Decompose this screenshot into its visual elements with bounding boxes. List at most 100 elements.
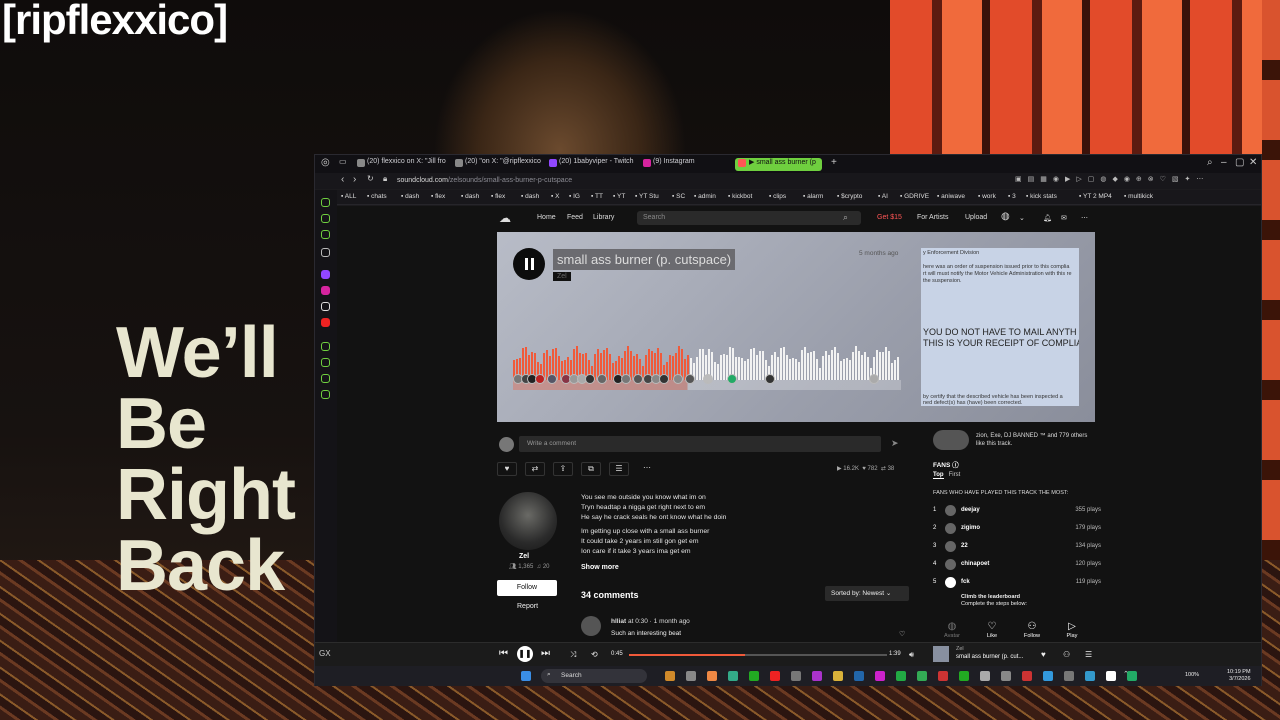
avatar[interactable]	[581, 616, 601, 636]
comment-avatar-marker[interactable]	[585, 374, 595, 384]
nav-library[interactable]: Library	[593, 214, 614, 221]
notifications-icon[interactable]: 🔔︎	[1043, 214, 1052, 222]
sidebar-toggle-icon[interactable]: ▭	[339, 157, 347, 166]
comment-user[interactable]: hlliat	[611, 618, 626, 625]
previous-icon[interactable]: ⏮	[499, 648, 508, 659]
tray-chevron-icon[interactable]: ⌃	[1123, 670, 1133, 680]
tab-instagram[interactable]: (9) Instagram	[641, 158, 695, 171]
taskbar-app-icon[interactable]	[749, 671, 759, 681]
uploader-name[interactable]: Zel	[519, 553, 529, 560]
bookmark-item[interactable]: ▪ $crypto	[837, 193, 862, 200]
maximize-icon[interactable]: ▢	[1235, 157, 1244, 168]
comment-like-icon[interactable]: ♡	[899, 630, 905, 638]
get-pro-link[interactable]: Get $15	[877, 214, 902, 221]
bookmark-item[interactable]: ▪ IG	[569, 193, 580, 200]
bookmark-item[interactable]: ▪ TT	[591, 193, 603, 200]
bookmark-item[interactable]: ▪ X	[551, 193, 559, 200]
sort-dropdown[interactable]: Sorted by: Newest ⌄	[825, 586, 909, 601]
now-playing-artist[interactable]: Zel	[956, 646, 964, 652]
forward-icon[interactable]: ›	[353, 174, 356, 185]
comment-timestamp[interactable]: at 0:30	[628, 618, 648, 625]
taskbar-app-icon[interactable]	[1022, 671, 1032, 681]
bookmark-item[interactable]: ▪ YT	[613, 193, 625, 200]
send-icon[interactable]: ➤	[891, 438, 899, 449]
nav-home[interactable]: Home	[537, 214, 556, 221]
soundcloud-logo-icon[interactable]: ☁	[499, 211, 511, 225]
taskbar-app-icon[interactable]	[1001, 671, 1011, 681]
url-field[interactable]: soundcloud.com/zelsounds/small-ass-burne…	[397, 177, 572, 184]
sidebar-whatsapp-icon[interactable]	[321, 230, 330, 239]
tab-first[interactable]: First	[949, 472, 961, 478]
taskbar-app-icon[interactable]	[812, 671, 822, 681]
bookmark-item[interactable]: ▪ multikick	[1124, 193, 1153, 200]
comment-avatar-marker[interactable]	[547, 374, 557, 384]
chevron-down-icon[interactable]: ⌄	[1019, 214, 1025, 222]
browser-logo-icon[interactable]: ◎	[321, 157, 330, 168]
likers-avatars[interactable]	[933, 430, 969, 450]
bookmark-item[interactable]: ▪ kickbot	[728, 193, 752, 200]
bookmark-item[interactable]: ▪ ALL	[341, 193, 356, 200]
follow-button[interactable]: Follow	[497, 580, 557, 596]
search-icon[interactable]: ⌕	[1207, 157, 1213, 168]
fan-row[interactable]: 1 deejay 355 plays	[933, 504, 1101, 518]
bookmark-item[interactable]: ▪ YT 2 MP4	[1079, 193, 1112, 200]
search-input[interactable]: Search ⌕	[637, 211, 861, 225]
more-button[interactable]: ⋯	[637, 462, 657, 476]
show-more-button[interactable]: Show more	[581, 564, 619, 571]
minimize-icon[interactable]: –	[1221, 157, 1227, 168]
taskbar-app-icon[interactable]	[896, 671, 906, 681]
next-icon[interactable]: ⏭	[541, 648, 550, 659]
windows-start-icon[interactable]	[521, 671, 531, 681]
repeat-icon[interactable]: ⟲	[591, 650, 598, 659]
taskbar-app-icon[interactable]	[1106, 671, 1116, 681]
queue-icon[interactable]: ☰	[1085, 650, 1092, 659]
sidebar-extensions-icon[interactable]	[321, 374, 330, 383]
close-icon[interactable]: ✕	[1249, 157, 1257, 168]
bookmark-item[interactable]: ▪ alarm	[803, 193, 823, 200]
track-artist[interactable]: Zel	[553, 272, 571, 281]
taskbar-app-icon[interactable]	[938, 671, 948, 681]
comment-avatar-marker[interactable]	[597, 374, 607, 384]
taskbar-app-icon[interactable]	[791, 671, 801, 681]
comment-avatar-marker[interactable]	[685, 374, 695, 384]
taskbar-app-icon[interactable]	[1085, 671, 1095, 681]
taskbar-app-icon[interactable]	[980, 671, 990, 681]
comment-avatar-marker[interactable]	[869, 374, 879, 384]
step-follow-button[interactable]: ⚇ Follow	[1017, 620, 1047, 639]
taskbar-app-icon[interactable]	[875, 671, 885, 681]
bookmark-item[interactable]: ▪ kick stats	[1026, 193, 1057, 200]
fan-row[interactable]: 3 22 134 plays	[933, 540, 1101, 554]
sidebar-home-icon[interactable]	[321, 198, 330, 207]
taskbar-search[interactable]: ⌕ Search	[541, 669, 647, 683]
fan-row[interactable]: 5 fck 119 plays	[933, 576, 1101, 590]
bookmark-item[interactable]: ▪ dash	[521, 193, 539, 200]
bookmark-item[interactable]: ▪ GDRIVE	[900, 193, 929, 200]
follow-icon[interactable]: ⚇	[1063, 650, 1070, 659]
system-clock[interactable]: 10:19 PM 3/7/2026	[1227, 669, 1251, 683]
sidebar-gear-icon[interactable]	[321, 390, 330, 399]
sidebar-settings-icon[interactable]	[321, 248, 330, 257]
back-icon[interactable]: ‹	[341, 174, 344, 185]
extensions-icon[interactable]: ▣▤▦◉▶▷▢◍◆◉⊕⊗♡▧✦⋯	[1015, 175, 1209, 183]
taskbar-app-icon[interactable]	[833, 671, 843, 681]
fan-row[interactable]: 2 zigimo 179 plays	[933, 522, 1101, 536]
bookmark-item[interactable]: ▪ 3	[1008, 193, 1016, 200]
comment-avatar-marker[interactable]	[727, 374, 737, 384]
taskbar-app-icon[interactable]	[917, 671, 927, 681]
now-playing-artwork[interactable]	[933, 646, 949, 662]
shuffle-icon[interactable]: ⤨	[570, 650, 576, 660]
comment-avatar-marker[interactable]	[621, 374, 631, 384]
taskbar-app-icon[interactable]	[1064, 671, 1074, 681]
comment-avatar-marker[interactable]	[765, 374, 775, 384]
pause-button[interactable]: ❚❚	[517, 646, 533, 662]
taskbar-app-icon[interactable]	[959, 671, 969, 681]
pause-button[interactable]	[513, 248, 545, 280]
tab-x-2[interactable]: (20) "on X: "@ripflexxico	[453, 158, 541, 171]
sidebar-messenger-icon[interactable]	[321, 214, 330, 223]
bookmark-item[interactable]: ▪ dash	[461, 193, 479, 200]
taskbar-app-icon[interactable]	[770, 671, 780, 681]
volume-icon[interactable]: 🔊︎	[909, 650, 914, 660]
comment-avatar-marker[interactable]	[673, 374, 683, 384]
new-tab-icon[interactable]: +	[831, 157, 837, 168]
sidebar-youtube-icon[interactable]	[321, 318, 330, 327]
